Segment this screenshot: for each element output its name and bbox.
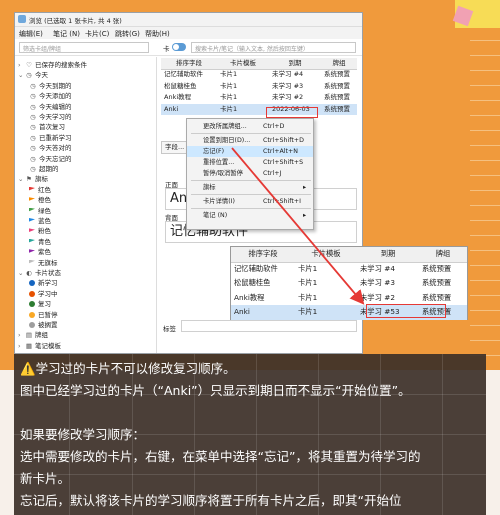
caption-panel: ⚠️学习过的卡片不可以修改复习顺序。 图中已经学习过的卡片（“Anki”）只显示… xyxy=(14,354,486,515)
caption-line-6: 新卡片。 xyxy=(20,471,71,486)
caption-line-4: 如果要修改学习顺序： xyxy=(20,427,146,442)
caption-line-5: 选中需要修改的卡片，右键，在菜单中选择“忘记”，将其重置为待学习的 xyxy=(20,449,421,464)
caption-line-1: ⚠️学习过的卡片不可以修改复习顺序。 xyxy=(20,361,236,376)
caption-line-7: 忘记后，默认将该卡片的学习顺序将置于所有卡片之后，即其“开始位 xyxy=(20,493,402,508)
caption-line-2: 图中已经学习过的卡片（“Anki”）只显示到期日而不显示“开始位置”。 xyxy=(20,383,411,398)
